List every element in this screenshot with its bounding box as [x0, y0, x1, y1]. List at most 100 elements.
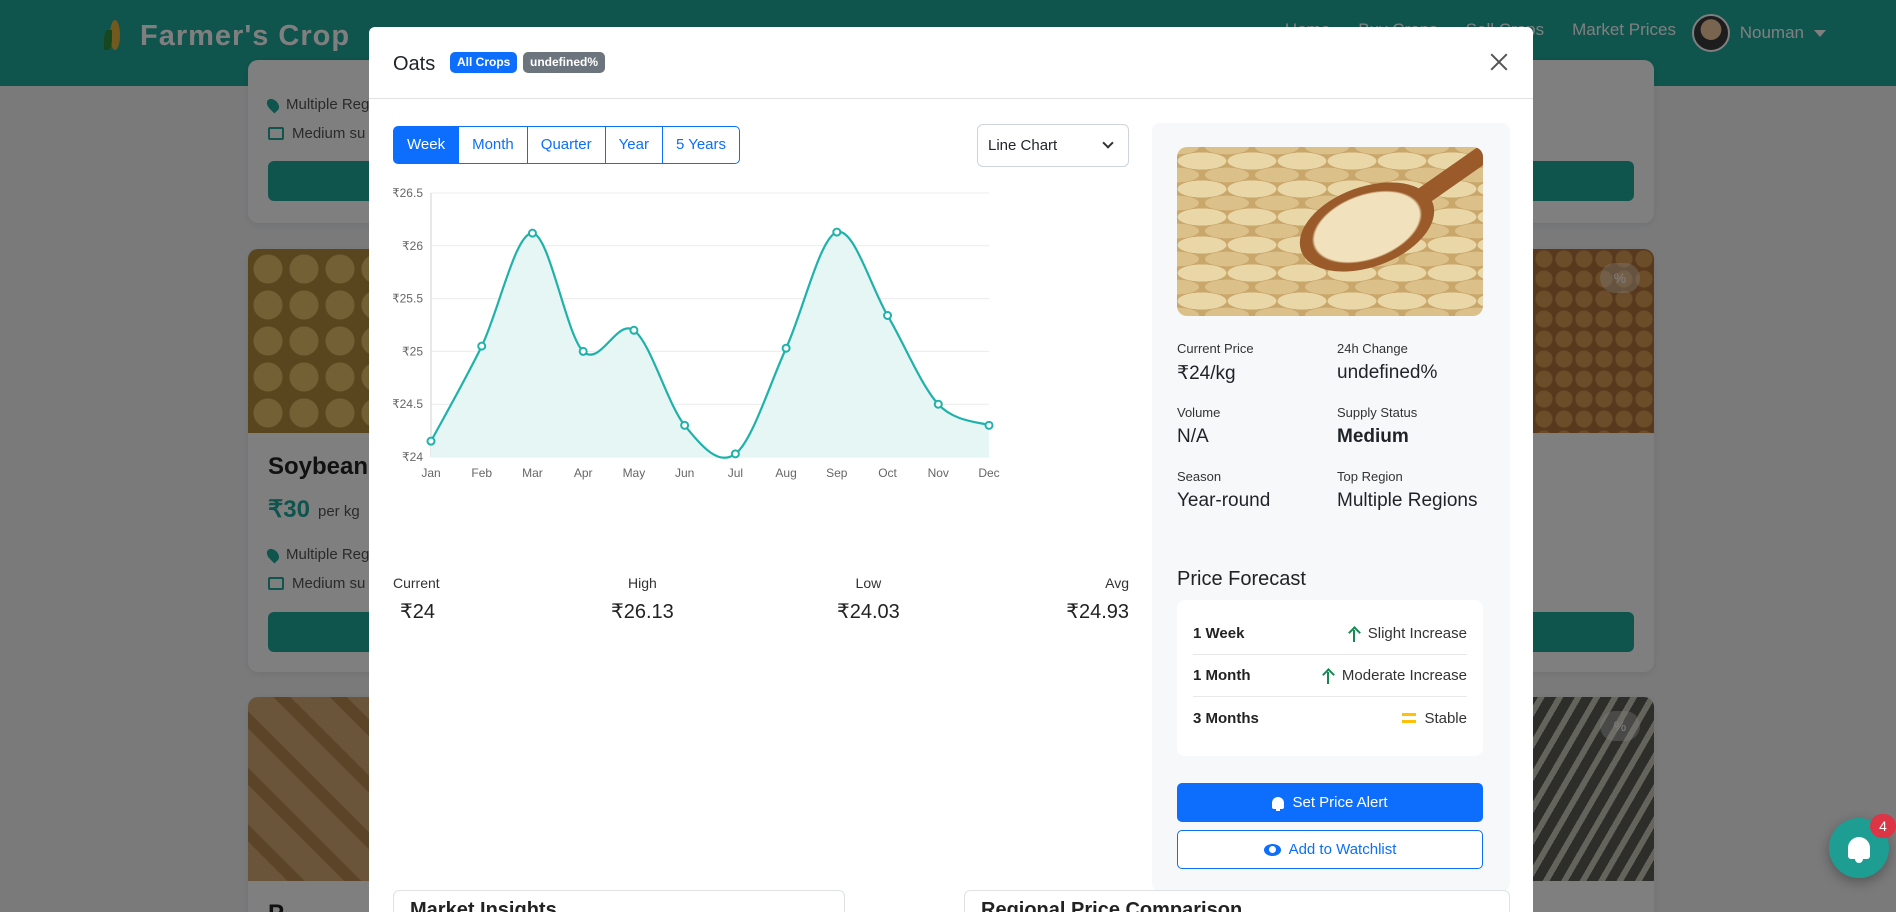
y-tick-label: ₹24.5 — [393, 397, 423, 411]
forecast-trend-text: Slight Increase — [1367, 625, 1467, 642]
info-value: Multiple Regions — [1337, 490, 1478, 511]
equals-icon — [1402, 713, 1417, 723]
x-tick-label: Jul — [728, 466, 743, 480]
stat-low-label: Low — [855, 575, 882, 591]
price-point — [883, 310, 893, 320]
chevron-down-icon — [1102, 137, 1114, 149]
crop-details-panel: Current Price ₹24/kg 24h Change undefine… — [1152, 123, 1510, 891]
stat-high-label: High — [627, 575, 657, 591]
forecast-card: 1 Week Slight Increase 1 Month Moderate … — [1177, 600, 1483, 756]
arrow-up-icon — [1322, 668, 1334, 684]
period-week-button[interactable]: Week — [393, 126, 460, 164]
x-tick-label: Feb — [471, 466, 492, 480]
price-point — [832, 227, 842, 237]
forecast-row: 1 Week Slight Increase — [1193, 613, 1467, 655]
x-tick-label: May — [623, 466, 646, 480]
set-price-alert-label: Set Price Alert — [1292, 794, 1388, 811]
y-tick-label: ₹26 — [402, 239, 423, 253]
close-icon[interactable] — [1486, 49, 1512, 75]
price-point — [426, 436, 436, 446]
change-badge: undefined% — [523, 52, 605, 73]
chart-type-value: Line Chart — [988, 137, 1058, 154]
info-value: undefined% — [1337, 362, 1438, 383]
y-tick-label: ₹24 — [402, 450, 423, 464]
price-history-chart: ₹24 ₹24.5 ₹25 ₹25.5 ₹26 ₹26.5 Jan Feb Mar Apr May J… — [393, 187, 1000, 480]
notification-count-badge: 4 — [1870, 814, 1896, 838]
price-point — [933, 399, 943, 409]
stat-current-value: ₹24 — [400, 601, 435, 623]
period-month-button[interactable]: Month — [458, 126, 528, 164]
x-tick-label: Jan — [421, 466, 440, 480]
info-top-region: Top Region Multiple Regions — [1337, 469, 1477, 512]
period-selector: Week Month Quarter Year 5 Years — [393, 126, 740, 164]
market-insights-card: Market Insights — [393, 890, 845, 912]
stat-avg-value: ₹24.93 — [1066, 601, 1129, 623]
x-tick-label: Dec — [978, 466, 999, 480]
period-quarter-button[interactable]: Quarter — [526, 126, 606, 164]
forecast-row: 3 Months Stable — [1193, 697, 1467, 739]
modal-title: Oats — [393, 53, 436, 75]
y-tick-label: ₹26.5 — [393, 187, 423, 200]
info-value: Year-round — [1177, 490, 1271, 511]
stat-current: Current ₹24 — [393, 575, 440, 624]
price-point — [680, 420, 690, 430]
forecast-trend: Slight Increase — [1348, 625, 1467, 642]
x-tick-label: Nov — [928, 466, 949, 480]
bell-icon — [1848, 837, 1870, 863]
forecast-row: 1 Month Moderate Increase — [1193, 655, 1467, 697]
x-tick-label: Oct — [878, 466, 897, 480]
x-tick-label: Apr — [574, 466, 593, 480]
x-tick-label: Mar — [522, 466, 543, 480]
eye-icon — [1263, 843, 1281, 856]
info-value: ₹24/kg — [1177, 363, 1236, 384]
info-season: Season Year-round — [1177, 469, 1270, 512]
oats-image — [1177, 147, 1483, 316]
price-point — [578, 346, 588, 356]
stat-avg: Avg ₹24.93 — [1066, 575, 1129, 624]
info-supply-status: Supply Status Medium — [1337, 405, 1417, 448]
period-year-button[interactable]: Year — [604, 126, 663, 164]
stat-high-value: ₹26.13 — [611, 601, 674, 623]
chart-type-select[interactable]: Line Chart — [977, 124, 1129, 167]
stat-low-value: ₹24.03 — [837, 601, 900, 623]
info-label: Top Region — [1337, 469, 1403, 484]
price-point — [527, 228, 537, 238]
stat-high: High ₹26.13 — [611, 575, 674, 624]
stat-low: Low ₹24.03 — [837, 575, 900, 624]
forecast-period: 1 Week — [1193, 625, 1245, 642]
modal-header: Oats All Crops undefined% — [369, 27, 1533, 99]
market-insights-title: Market Insights — [410, 899, 557, 912]
price-area-fill — [431, 231, 989, 458]
forecast-trend-text: Stable — [1424, 709, 1467, 727]
price-point — [629, 325, 639, 335]
regional-price-comparison-card: Regional Price Comparison — [964, 890, 1510, 912]
add-to-watchlist-button[interactable]: Add to Watchlist — [1177, 830, 1483, 869]
crop-detail-modal: Oats All Crops undefined% Week Month Qua… — [369, 27, 1533, 912]
y-tick-label: ₹25.5 — [393, 292, 423, 306]
info-current-price: Current Price ₹24/kg — [1177, 341, 1254, 385]
forecast-period: 3 Months — [1193, 709, 1259, 727]
info-label: 24h Change — [1337, 341, 1408, 356]
y-tick-label: ₹25 — [402, 344, 423, 358]
info-label: Supply Status — [1337, 405, 1418, 420]
info-value: N/A — [1177, 426, 1209, 447]
x-tick-label: Jun — [675, 466, 694, 480]
stat-avg-label: Avg — [1105, 575, 1129, 591]
price-point — [984, 420, 994, 430]
price-point — [730, 449, 740, 459]
forecast-trend: Moderate Increase — [1322, 667, 1467, 684]
set-price-alert-button[interactable]: Set Price Alert — [1177, 783, 1483, 822]
forecast-trend-text: Moderate Increase — [1341, 667, 1467, 684]
info-24h-change: 24h Change undefined% — [1337, 341, 1437, 384]
category-badge: All Crops — [450, 52, 518, 73]
info-value: Medium — [1337, 426, 1409, 447]
forecast-trend: Stable — [1402, 710, 1467, 727]
forecast-title: Price Forecast — [1177, 568, 1306, 590]
forecast-period: 1 Month — [1193, 667, 1251, 684]
period-5-years-button[interactable]: 5 Years — [661, 126, 740, 164]
bell-icon — [1272, 796, 1285, 811]
info-label: Season — [1177, 469, 1222, 484]
x-tick-label: Aug — [775, 466, 796, 480]
x-tick-label: Sep — [826, 466, 848, 480]
info-label: Volume — [1177, 405, 1221, 420]
